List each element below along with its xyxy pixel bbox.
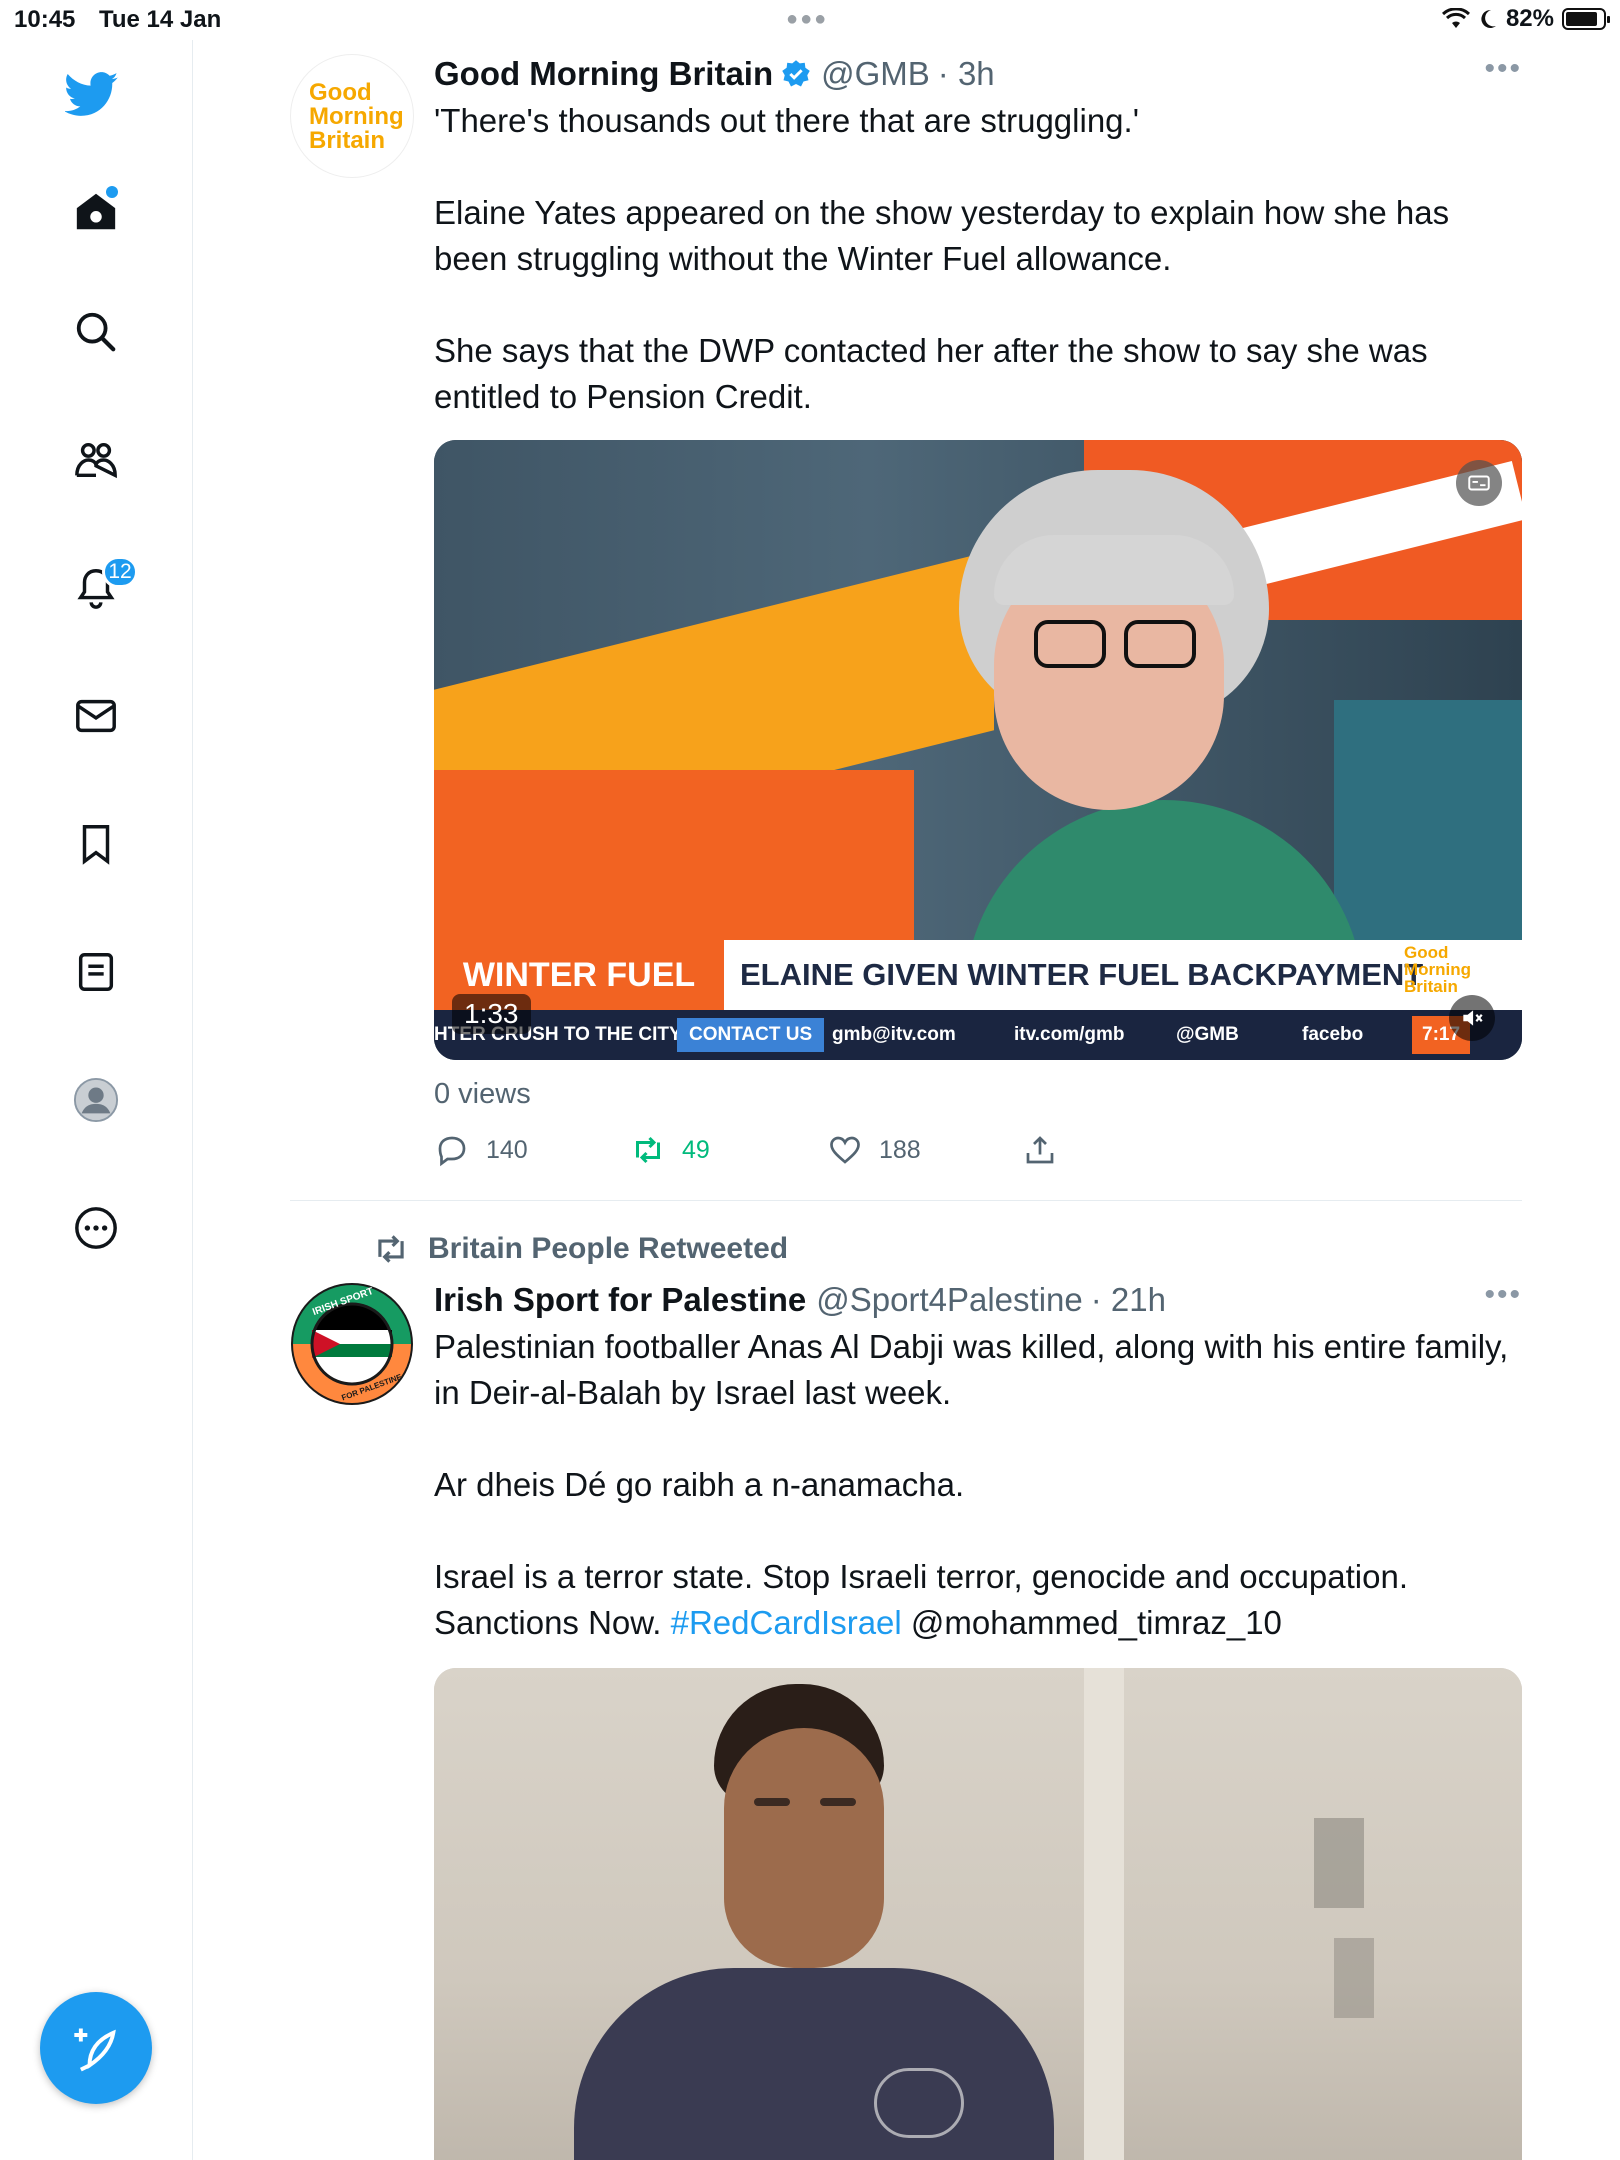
news-ticker: HTER CRUSH TO THE CITY CONTACT US gmb@it…: [434, 1010, 1522, 1060]
tweet-time[interactable]: · 21h: [1091, 1281, 1166, 1319]
heart-icon: [830, 1136, 860, 1164]
tweet-actions: 140 49 188: [434, 1132, 1134, 1176]
verified-badge-icon: [782, 60, 810, 87]
retweeted-by-label: Britain People Retweeted: [428, 1232, 789, 1265]
nav-messages[interactable]: [66, 686, 126, 746]
player-face: [724, 1728, 884, 1968]
tweet-more-icon[interactable]: •••: [1484, 52, 1522, 86]
reply-button[interactable]: 140: [434, 1132, 528, 1168]
retweet-icon: [636, 1136, 660, 1164]
retweet-context[interactable]: Britain People Retweeted: [372, 1230, 788, 1268]
speaker-muted-icon: [1463, 1010, 1483, 1026]
mail-icon: [76, 699, 116, 733]
author-name[interactable]: Good Morning Britain: [434, 55, 773, 93]
like-button[interactable]: 188: [827, 1132, 921, 1168]
mention[interactable]: @mohammed_timraz_10: [902, 1604, 1282, 1641]
tweet-paragraph: Elaine Yates appeared on the show yester…: [434, 194, 1450, 277]
tweet-paragraph: Ar dheis Dé go raibh a n-anamacha.: [434, 1466, 965, 1503]
retweet-count: 49: [682, 1135, 710, 1164]
author-handle[interactable]: @Sport4Palestine: [816, 1281, 1082, 1319]
more-circle-icon: [75, 1207, 117, 1249]
sidebar: 12: [0, 40, 193, 2160]
tweet-content: Good Morning Britain @GMB · 3h ••• 'Ther…: [434, 52, 1522, 1167]
lower-third-headline: ELAINE GIVEN WINTER FUEL BACKPAYMENT: [724, 940, 1522, 1010]
tweet-time[interactable]: · 3h: [938, 55, 995, 93]
tweet-text: Palestinian footballer Anas Al Dabji was…: [434, 1324, 1522, 1646]
hashtag-link[interactable]: #RedCardIsrael: [671, 1604, 902, 1641]
nav-lists[interactable]: [66, 942, 126, 1002]
gmb-corner-logo: Good Morning Britain: [1404, 943, 1472, 996]
tweet-text: 'There's thousands out there that are st…: [434, 98, 1522, 420]
tweet-paragraph: Palestinian footballer Anas Al Dabji was…: [434, 1328, 1509, 1411]
nav-notifications[interactable]: 12: [66, 556, 138, 618]
like-count: 188: [879, 1135, 921, 1164]
share-button[interactable]: [1022, 1132, 1058, 1168]
tweet-header: Irish Sport for Palestine @Sport4Palesti…: [434, 1278, 1522, 1322]
compose-tweet-button[interactable]: [40, 1992, 152, 2104]
author-handle[interactable]: @GMB: [821, 55, 930, 93]
home-unread-dot: [106, 186, 118, 198]
irish-sport-logo: IRISH SPORT FOR PALESTINE: [291, 1283, 413, 1405]
player-shirt: [574, 1968, 1054, 2160]
captions-icon: [1468, 475, 1490, 491]
nav-profile[interactable]: [66, 1070, 126, 1130]
nav-home[interactable]: [66, 182, 126, 242]
tweet-paragraph-last: Israel is a terror state. Stop Israeli t…: [434, 1558, 1409, 1641]
tweet-image[interactable]: [434, 1668, 1522, 2160]
moon-icon: [1481, 9, 1496, 28]
share-icon: [1026, 1136, 1054, 1164]
compose-feather-icon: [74, 2028, 116, 2072]
nav-bookmarks[interactable]: [66, 814, 126, 874]
wifi-icon: [1441, 8, 1470, 28]
view-count: 0 views: [434, 1078, 531, 1110]
tweet-content: Irish Sport for Palestine @Sport4Palesti…: [434, 1278, 1522, 2160]
bookmark-icon: [82, 825, 110, 865]
reply-count: 140: [486, 1135, 528, 1164]
tweet-more-icon[interactable]: •••: [1484, 1278, 1522, 1312]
battery-percent: 82%: [1505, 5, 1554, 32]
tweet-paragraph: 'There's thousands out there that are st…: [434, 102, 1139, 139]
mute-button[interactable]: [1449, 995, 1495, 1041]
gmb-logo-text: Good Morning Britain: [309, 79, 404, 154]
retweet-icon: [378, 1235, 404, 1263]
avatar-icon: [73, 1077, 119, 1123]
tweet-paragraph: She says that the DWP contacted her afte…: [434, 332, 1428, 415]
twitter-logo-icon[interactable]: [62, 64, 122, 124]
tweet[interactable]: IRISH SPORT FOR PALESTINE Irish Sport fo…: [290, 1278, 1522, 2160]
tweet-avatar-gmb[interactable]: Good Morning Britain: [290, 54, 414, 178]
nav-more[interactable]: [66, 1198, 126, 1258]
author-name[interactable]: Irish Sport for Palestine: [434, 1281, 806, 1319]
battery-icon: [1562, 8, 1610, 30]
search-icon: [76, 312, 116, 352]
retweet-button[interactable]: 49: [630, 1132, 710, 1168]
tweet-divider: [290, 1200, 1522, 1201]
notifications-badge: 12: [102, 556, 138, 588]
video-duration: 1:33: [452, 994, 531, 1034]
tweet-video[interactable]: WINTER FUEL ELAINE GIVEN WINTER FUEL BAC…: [434, 440, 1522, 1060]
tweet[interactable]: Good Morning Britain Good Morning Britai…: [290, 52, 1522, 1192]
reply-icon: [438, 1136, 466, 1167]
status-time: 10:45: [14, 6, 76, 33]
nav-explore[interactable]: [66, 302, 126, 362]
tweet-avatar-irish-sport[interactable]: IRISH SPORT FOR PALESTINE: [290, 1282, 414, 1406]
nav-communities[interactable]: [66, 430, 126, 490]
status-date: Tue 14 Jan: [99, 6, 222, 33]
communities-icon: [75, 442, 117, 479]
list-icon: [78, 953, 114, 991]
tweet-header: Good Morning Britain @GMB · 3h: [434, 52, 1522, 96]
multitasking-dots-icon[interactable]: ●●●: [786, 8, 828, 31]
status-bar: 10:45 Tue 14 Jan ●●● 82%: [0, 0, 1620, 40]
captions-button[interactable]: [1456, 460, 1502, 506]
status-indicators: 82%: [1441, 5, 1610, 33]
